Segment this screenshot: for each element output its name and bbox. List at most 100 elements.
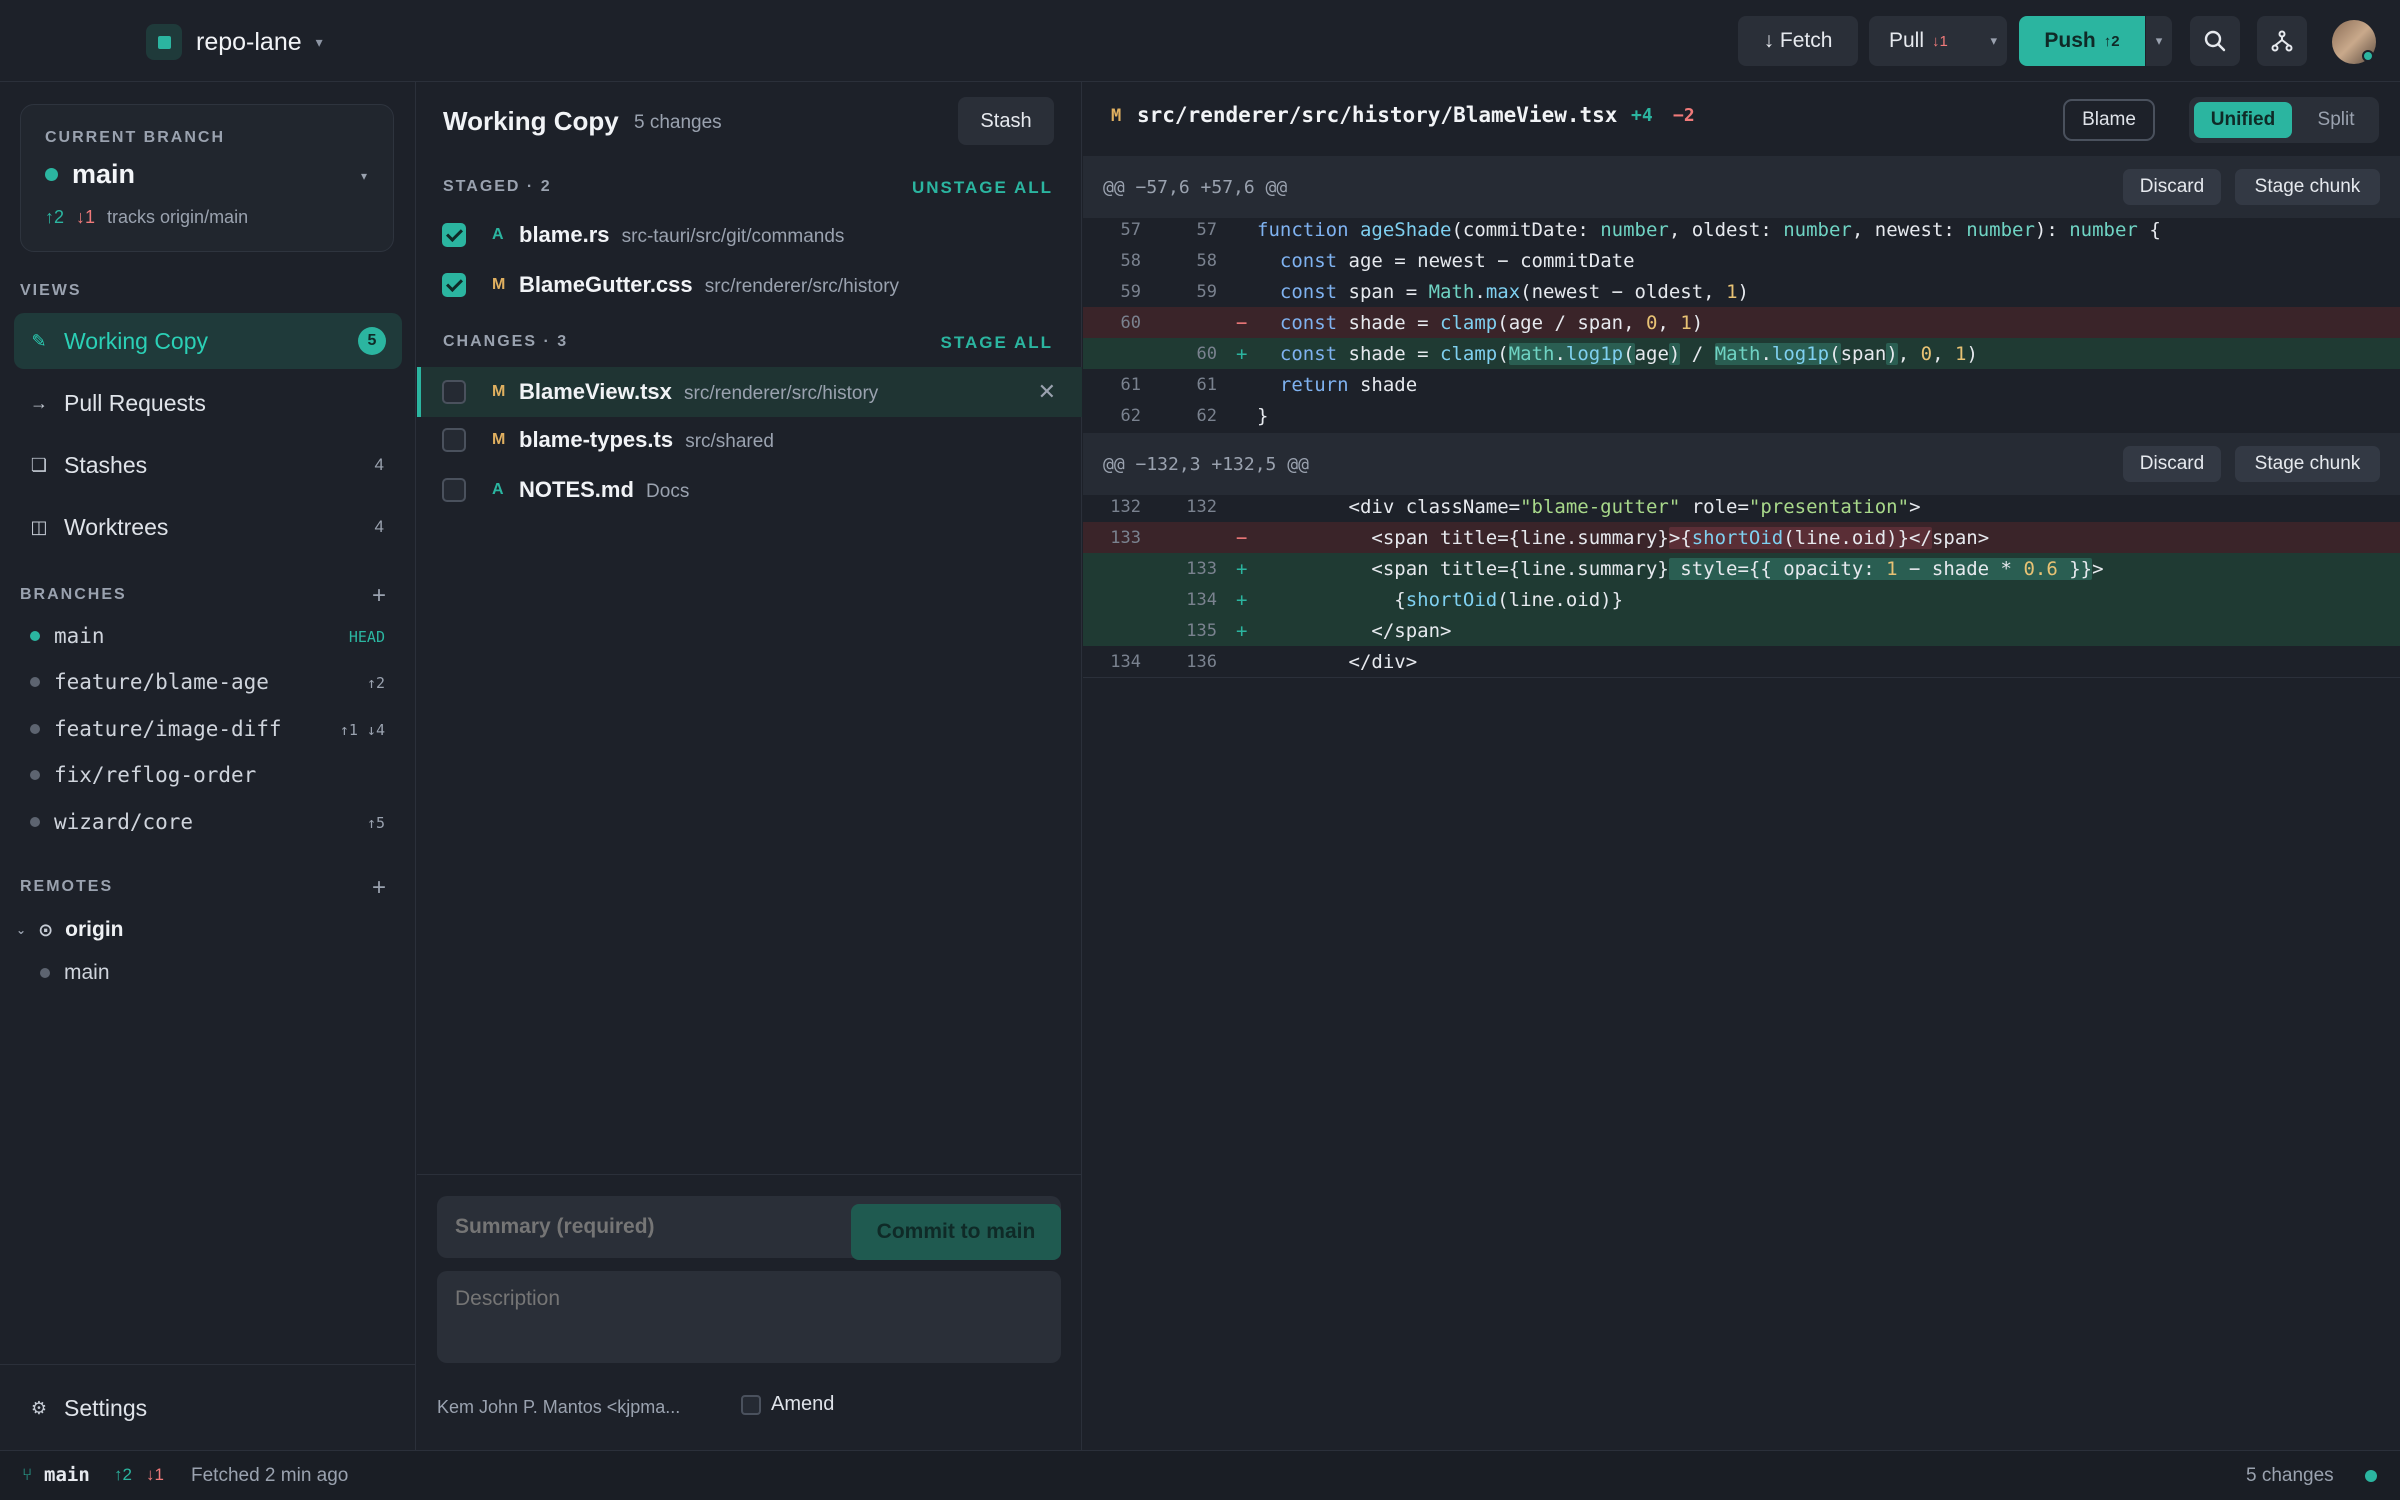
chevron-down-icon[interactable]: ▾ <box>361 169 367 183</box>
pull-button[interactable]: Pull ↓1 ▾ <box>1869 16 2007 66</box>
stashes-count: 4 <box>374 455 384 474</box>
connection-status-dot <box>2365 1470 2377 1482</box>
branch-name: wizard/core <box>54 810 194 834</box>
ahead-count: ↑2 <box>45 207 65 227</box>
nav-working-copy[interactable]: ✎ Working Copy 5 <box>14 313 402 369</box>
status-changes: 5 changes <box>2246 1465 2334 1486</box>
remote-origin[interactable]: ⌄ ⊙ origin <box>16 918 123 942</box>
nav-worktrees[interactable]: ◫ Worktrees 4 <box>14 499 402 555</box>
changed-file-row[interactable]: M blame-types.ts src/shared <box>417 416 1082 464</box>
amend-toggle[interactable]: Amend <box>741 1393 834 1416</box>
file-status: A <box>492 226 504 243</box>
staged-file-row[interactable]: M BlameGutter.css src/renderer/src/histo… <box>417 261 1082 309</box>
push-button[interactable]: Push ↑2 <box>2019 16 2145 66</box>
branch-status-dot <box>45 168 58 181</box>
add-remote-icon[interactable]: + <box>372 874 386 902</box>
git-branch-icon <box>2271 30 2293 52</box>
git-branch-icon: ⑂ <box>22 1465 33 1484</box>
hunk-header: @@ −57,6 +57,6 @@ Discard Stage chunk <box>1083 156 2400 218</box>
chevron-down-icon: ▾ <box>2155 33 2163 48</box>
branch-item-wizard-core[interactable]: wizard/core <box>30 810 193 834</box>
fetch-button[interactable]: ↓ Fetch <box>1738 16 1858 66</box>
branch-graph-button[interactable] <box>2257 16 2307 66</box>
split-toggle[interactable]: Split <box>2301 102 2371 138</box>
close-icon[interactable]: ✕ <box>1038 379 1056 405</box>
commit-label: Commit to main <box>876 1220 1036 1243</box>
file-path: Docs <box>646 481 690 502</box>
file-name: NOTES.md <box>519 477 634 502</box>
current-branch-card[interactable]: CURRENT BRANCH main ▾ ↑2 ↓1 tracks origi… <box>20 104 394 252</box>
commit-button[interactable]: Commit to main <box>851 1204 1061 1260</box>
fetch-label: ↓ Fetch <box>1763 29 1833 52</box>
unstage-all-link[interactable]: UNSTAGE ALL <box>912 178 1053 198</box>
discard-hunk-button[interactable]: Discard <box>2123 169 2221 205</box>
description-textarea[interactable] <box>437 1271 1061 1363</box>
stash-button[interactable]: Stash <box>958 97 1054 145</box>
unified-label: Unified <box>2210 109 2276 130</box>
file-entry: BlameGutter.css src/renderer/src/history <box>519 272 899 298</box>
changed-file-row[interactable]: A NOTES.md Docs <box>417 466 1082 514</box>
arrow-right-icon: → <box>30 392 48 413</box>
checkbox[interactable] <box>442 478 466 502</box>
stage-chunk-label: Stage chunk <box>2254 453 2361 474</box>
discard-hunk-button[interactable]: Discard <box>2123 446 2221 482</box>
online-status-dot <box>2362 50 2374 62</box>
head-badge: HEAD <box>348 628 385 646</box>
stage-chunk-button[interactable]: Stage chunk <box>2235 169 2380 205</box>
branch-dot <box>40 968 50 978</box>
settings-label: Settings <box>64 1394 148 1421</box>
changes-heading: CHANGES · 3 <box>443 333 569 350</box>
status-branch[interactable]: main <box>44 1464 90 1486</box>
repo-selector[interactable]: repo-lane ▾ <box>146 22 323 62</box>
hunk-range: @@ −57,6 +57,6 @@ <box>1103 176 1288 198</box>
diff-line: 62 62 } <box>1120 404 1269 427</box>
branch-item-fix-reflog-order[interactable]: fix/reflog-order <box>30 763 256 787</box>
nav-stashes[interactable]: ❏ Stashes 4 <box>14 437 402 493</box>
pull-label: Pull <box>1889 29 1925 52</box>
checkbox[interactable] <box>442 273 466 297</box>
unified-toggle[interactable]: Unified <box>2194 102 2292 138</box>
checkbox[interactable] <box>442 380 466 404</box>
stash-icon: ❏ <box>30 454 48 475</box>
diff-line: 61 61 return shade <box>1120 373 1418 396</box>
checkbox[interactable] <box>442 428 466 452</box>
remote-branch-name: main <box>64 961 110 984</box>
hunk-range: @@ −132,3 +132,5 @@ <box>1103 453 1309 475</box>
amend-checkbox[interactable] <box>741 1394 761 1415</box>
add-branch-icon[interactable]: + <box>372 582 386 610</box>
push-count: ↑2 <box>2103 32 2120 50</box>
nav-label: Stashes <box>64 451 148 478</box>
diff-line-added: 60 + const shade = clamp(Math.log1p(age) … <box>1083 338 2400 369</box>
search-button[interactable] <box>2190 16 2240 66</box>
remote-branch-main[interactable]: main <box>40 961 110 985</box>
nav-pull-requests[interactable]: → Pull Requests <box>14 375 402 431</box>
branch-item-feature-blame-age[interactable]: feature/blame-age <box>30 670 269 694</box>
file-name: BlameView.tsx <box>519 379 672 404</box>
commit-author: Kem John P. Mantos <kjpma... <box>437 1397 681 1417</box>
push-label: Push <box>2044 29 2096 52</box>
diff-line: 132 132 <div className="blame-gutter" rol… <box>1110 495 1921 518</box>
branch-sync-count: ↑2 <box>366 674 385 692</box>
diff-line-deleted: 133− <span title={line.summary}>{shortOi… <box>1083 522 2400 553</box>
file-status: M <box>492 276 506 293</box>
file-entry: NOTES.md Docs <box>519 477 689 503</box>
nav-settings[interactable]: ⚙ Settings <box>14 1380 402 1436</box>
push-options-button[interactable]: ▾ <box>2146 16 2172 66</box>
staged-file-row[interactable]: A blame.rs src-tauri/src/git/commands <box>417 211 1082 259</box>
stage-all-link[interactable]: STAGE ALL <box>941 333 1053 353</box>
branch-item-feature-image-diff[interactable]: feature/image-diff <box>30 717 282 741</box>
pull-options-icon[interactable]: ▾ <box>1990 33 1997 49</box>
blame-button[interactable]: Blame <box>2063 99 2155 141</box>
diff-line-added: 134 + {shortOid(line.oid)} <box>1083 584 2400 615</box>
file-status: A <box>492 481 504 498</box>
branch-name: feature/image-diff <box>54 717 282 741</box>
settings-section: ⚙ Settings <box>0 1364 416 1450</box>
checkbox[interactable] <box>442 223 466 247</box>
changed-file-row-selected[interactable]: M BlameView.tsx src/renderer/src/history… <box>417 367 1082 417</box>
branch-dot <box>30 770 40 780</box>
stage-chunk-button[interactable]: Stage chunk <box>2235 446 2380 482</box>
worktrees-count: 4 <box>374 517 384 536</box>
branch-item-main[interactable]: main <box>30 624 386 648</box>
diff-line-deleted: 60− const shade = clamp(age / span, 0, 1… <box>1083 307 2400 338</box>
discard-label: Discard <box>2139 453 2205 474</box>
